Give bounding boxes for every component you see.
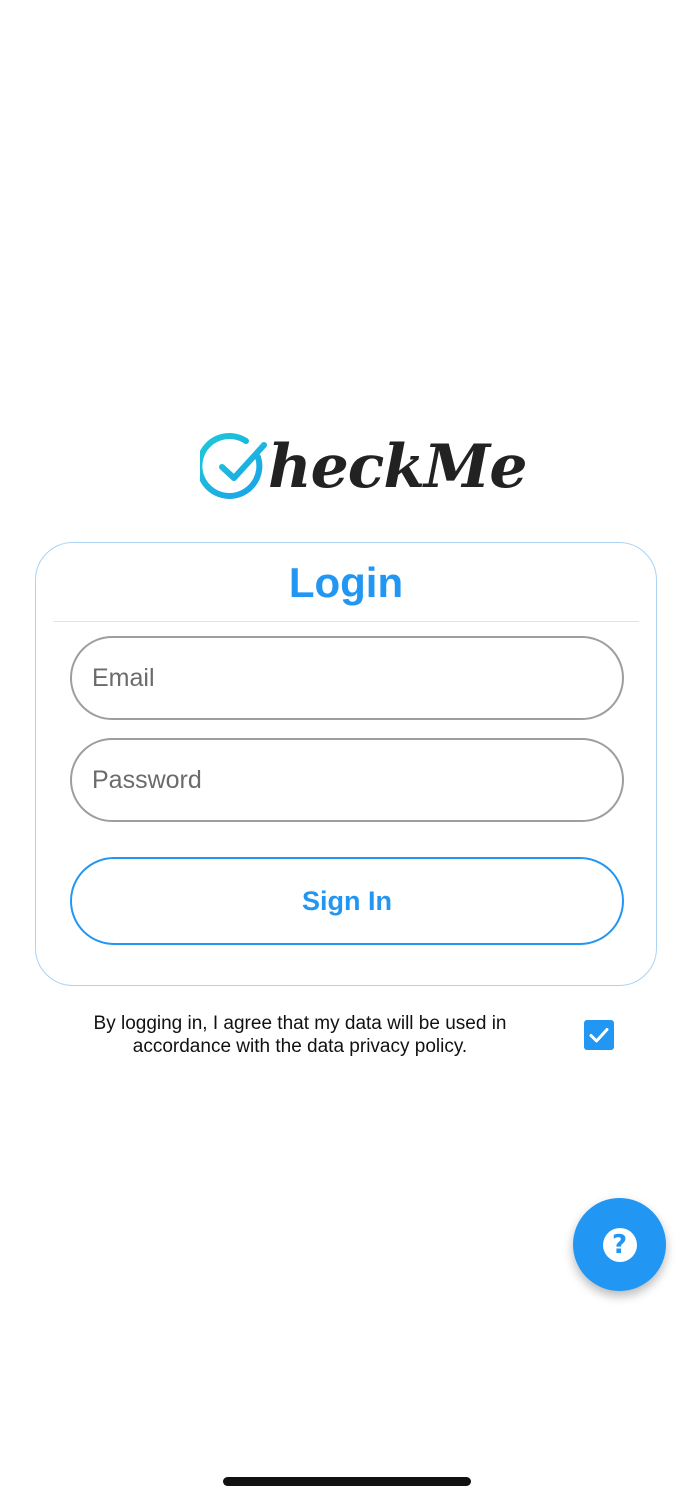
help-button[interactable]: ? (573, 1198, 666, 1291)
checkmark-icon (589, 1028, 609, 1043)
home-indicator[interactable] (223, 1477, 471, 1486)
help-icon: ? (602, 1227, 637, 1262)
login-title: Login (288, 559, 404, 606)
login-screen: heckMe Login Sign In By logging in, I ag… (0, 0, 693, 1500)
checkme-logo: heckMe (200, 424, 527, 510)
check-circle-logo-icon (200, 432, 267, 499)
logo-wordmark: heckMe (268, 432, 527, 502)
title-divider (53, 621, 639, 622)
password-field[interactable] (70, 738, 624, 822)
privacy-consent-checkbox[interactable] (584, 1020, 614, 1050)
email-field[interactable] (70, 636, 624, 720)
sign-in-button[interactable]: Sign In (70, 857, 624, 945)
privacy-consent-text: By logging in, I agree that my data will… (93, 1013, 507, 1057)
login-card: Login Sign In (35, 542, 657, 986)
